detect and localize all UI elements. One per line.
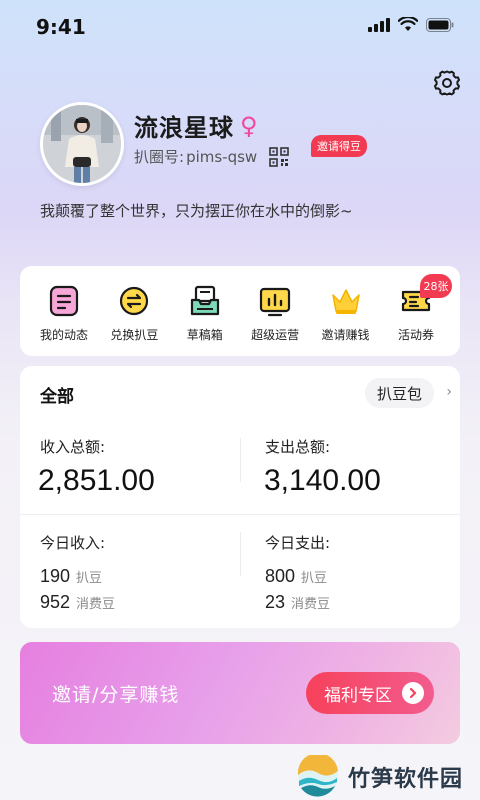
coupon-count-badge: 28张 — [419, 274, 452, 298]
expense-total-label: 支出总额: — [265, 438, 331, 456]
shortcut-drafts[interactable]: 草稿箱 — [173, 284, 237, 356]
shortcut-label: 草稿箱 — [186, 328, 223, 342]
income-total-label: 收入总额: — [40, 438, 106, 456]
drafts-icon — [190, 285, 219, 316]
today-income-beans-unit: 扒豆 — [76, 571, 103, 586]
income-total-value: 2,851.00 — [38, 464, 155, 497]
avatar[interactable] — [40, 102, 124, 186]
invite-beans-badge[interactable]: 邀请得豆 — [311, 135, 367, 157]
divider — [240, 532, 241, 576]
profile-bio: 我颠覆了整个世界，只为摆正你在水中的倒影~ — [40, 202, 353, 220]
today-income-beans-value: 190 — [40, 566, 71, 586]
today-income-consume: 952 消费豆 — [40, 592, 115, 613]
today-expense-beans: 800 扒豆 — [265, 566, 327, 587]
shortcut-invite-earn[interactable]: 邀请赚钱 — [314, 284, 378, 356]
gear-icon — [434, 70, 460, 96]
invite-share-banner[interactable]: 邀请/分享赚钱 福利专区 — [20, 642, 460, 744]
shortcut-super-operation[interactable]: 超级运营 — [243, 284, 307, 356]
divider — [240, 438, 241, 482]
watermark-logo — [297, 755, 338, 797]
stats-title: 全部 — [40, 387, 74, 407]
chevron-right-icon[interactable]: › — [446, 384, 452, 400]
today-expense-consume: 23 消费豆 — [265, 592, 330, 613]
today-income-consume-unit: 消费豆 — [76, 597, 116, 612]
nickname: 流浪星球 — [134, 114, 234, 142]
settings-button[interactable] — [432, 68, 462, 98]
shortcut-label: 活动券 — [397, 328, 434, 342]
today-expense-beans-unit: 扒豆 — [301, 571, 328, 586]
status-time: 9:41 — [36, 15, 86, 39]
battery-icon — [426, 17, 454, 32]
watermark: 竹笋软件园 — [296, 755, 463, 799]
shortcuts-card: 我的动态 兑换扒豆 草稿箱 超级运营 邀请赚钱 活动券 28张 — [20, 266, 460, 356]
beanbag-button[interactable]: 扒豆包 — [364, 378, 434, 408]
super-operation-icon — [260, 287, 291, 317]
my-posts-icon — [49, 285, 79, 317]
avatar-photo — [43, 105, 121, 183]
today-income-label: 今日收入: — [40, 534, 106, 552]
shortcut-label: 兑换扒豆 — [110, 328, 159, 342]
divider — [20, 514, 460, 515]
shortcut-exchange-beans[interactable]: 兑换扒豆 — [102, 284, 166, 356]
expense-total-value: 3,140.00 — [264, 464, 381, 497]
today-income-consume-value: 952 — [40, 592, 71, 612]
shortcut-my-posts[interactable]: 我的动态 — [32, 284, 96, 356]
id-row: 扒圈号: pims-qsw — [134, 146, 290, 167]
promo-text: 邀请/分享赚钱 — [52, 684, 180, 706]
status-bar: 9:41 — [0, 0, 480, 52]
shortcut-label: 邀请赚钱 — [321, 328, 370, 342]
wifi-icon — [398, 17, 418, 31]
welfare-zone-button[interactable]: 福利专区 — [306, 672, 434, 714]
shortcut-label: 我的动态 — [39, 328, 88, 342]
nickname-row: 流浪星球 ♀ — [134, 108, 258, 143]
crown-icon — [331, 289, 360, 314]
id-label: 扒圈号: — [134, 148, 185, 166]
female-gender-icon: ♀ — [240, 111, 258, 140]
qr-code-icon[interactable] — [269, 146, 290, 167]
today-expense-consume-unit: 消费豆 — [291, 597, 331, 612]
welfare-zone-label: 福利专区 — [324, 685, 392, 706]
today-expense-label: 今日支出: — [265, 534, 331, 552]
today-expense-consume-value: 23 — [265, 592, 286, 612]
status-icons — [368, 17, 454, 32]
watermark-text: 竹笋软件园 — [348, 767, 464, 792]
cellular-signal-icon — [368, 17, 390, 32]
today-expense-beans-value: 800 — [265, 566, 296, 586]
id-value: pims-qsw — [186, 147, 258, 166]
shortcut-label: 超级运营 — [251, 328, 300, 342]
today-income-beans: 190 扒豆 — [40, 566, 102, 587]
stats-card: 全部 扒豆包 › 收入总额: 2,851.00 支出总额: 3,140.00 今… — [20, 366, 460, 628]
arrow-right-icon — [402, 682, 424, 704]
exchange-beans-icon — [120, 286, 149, 316]
shortcut-coupons[interactable]: 活动券 28张 — [384, 274, 452, 356]
